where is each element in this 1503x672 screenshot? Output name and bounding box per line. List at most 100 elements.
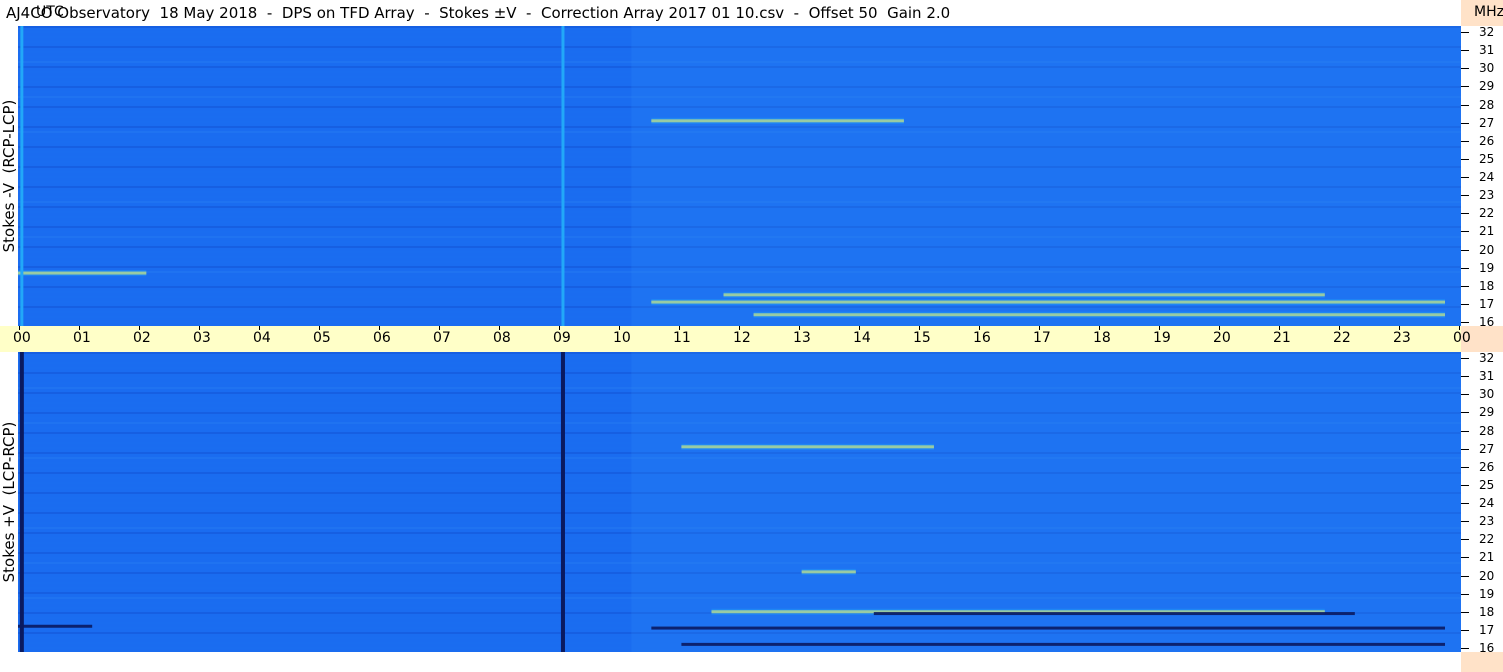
bottom-panel-ylabel: Stokes +V (LCP-RCP) <box>0 352 18 652</box>
time-tick-mark <box>1219 326 1220 330</box>
freq-tick-mark <box>1461 267 1469 269</box>
top-frequency-axis: 32 31 30 29 28 27 26 25 24 23 22 21 20 19 18 17 16 <box>1461 25 1503 329</box>
time-tick-label: 20 <box>1213 330 1231 346</box>
freq-tick-mark <box>1461 50 1469 52</box>
time-tick-label: 08 <box>493 330 511 346</box>
top-vertical-line <box>561 26 565 326</box>
freq-tick-mark <box>1461 611 1469 613</box>
bottom-frequency-axis: 32 31 30 29 28 27 26 25 24 23 22 21 20 19 18 17 16 <box>1461 351 1503 655</box>
time-tick-mark <box>1099 326 1100 330</box>
time-tick-mark <box>559 326 560 330</box>
time-tick-mark <box>979 326 980 330</box>
freq-tick-mark <box>1461 484 1469 486</box>
freq-tick-mark <box>1461 32 1469 33</box>
time-tick-mark <box>1459 326 1460 330</box>
time-tick-label: 17 <box>1033 330 1051 346</box>
time-tick-label: 03 <box>193 330 211 346</box>
freq-tick-label: 27 <box>1479 115 1495 130</box>
bottom-spectrogram <box>18 352 1461 652</box>
freq-tick-label: 18 <box>1479 604 1495 619</box>
freq-tick-label: 22 <box>1479 532 1495 547</box>
freq-tick-mark <box>1461 358 1469 359</box>
time-tick-mark <box>319 326 320 330</box>
bottom-panel-ylabel-text: Stokes +V (LCP-RCP) <box>0 421 18 583</box>
freq-tick-label: 16 <box>1479 641 1495 655</box>
freq-tick-label: 29 <box>1479 405 1495 420</box>
freq-tick-mark <box>1461 412 1469 414</box>
time-tick-label: 05 <box>313 330 331 346</box>
freq-tick-mark <box>1461 521 1469 523</box>
freq-tick-mark <box>1461 466 1469 468</box>
time-tick-label: 00 <box>13 330 31 346</box>
freq-tick-label: 23 <box>1479 514 1495 529</box>
top-bright-glow <box>753 311 1445 318</box>
freq-tick-label: 24 <box>1479 170 1495 184</box>
time-tick-mark <box>1279 326 1280 330</box>
top-vertical-line <box>20 26 24 326</box>
bottom-bright-glow <box>801 568 856 575</box>
freq-tick-label: 30 <box>1479 387 1495 402</box>
top-region <box>631 26 1461 326</box>
time-tick-mark <box>379 326 380 330</box>
time-tick-label: 15 <box>913 330 931 346</box>
freq-tick-mark <box>1461 231 1469 233</box>
freq-tick-mark <box>1461 503 1469 504</box>
bottom-vertical-line <box>19 352 24 652</box>
time-tick-label: 01 <box>73 330 91 346</box>
freq-tick-label: 29 <box>1479 79 1495 94</box>
time-axis: 00 01 02 03 04 05 06 07 08 09 10 11 12 13 14 15 16 17 18 19… <box>0 326 1471 352</box>
freq-tick-mark <box>1461 322 1469 323</box>
bottom-bright-glow <box>681 443 934 450</box>
time-tick-mark <box>79 326 80 330</box>
freq-tick-mark <box>1461 394 1469 396</box>
freq-tick-label: 20 <box>1479 242 1495 257</box>
bottom-dark-band <box>18 624 93 628</box>
time-tick-label: 23 <box>1393 330 1411 346</box>
time-tick-label: 02 <box>133 330 151 346</box>
top-bright-glow <box>18 270 147 277</box>
freq-tick-label: 17 <box>1479 296 1495 311</box>
time-tick-mark <box>799 326 800 330</box>
top-spectrogram <box>18 26 1461 326</box>
freq-tick-mark <box>1461 539 1469 541</box>
time-tick-label: 19 <box>1153 330 1171 346</box>
freq-tick-label: 26 <box>1479 133 1495 148</box>
freq-tick-label: 17 <box>1479 622 1495 637</box>
freq-tick-mark <box>1461 303 1469 305</box>
freq-tick-label: 18 <box>1479 278 1495 293</box>
freq-tick-label: 21 <box>1479 550 1495 565</box>
freq-tick-label: 32 <box>1479 25 1495 39</box>
top-bright-glow <box>651 117 904 124</box>
freq-tick-mark <box>1461 122 1469 124</box>
top-panel-ylabel: Stokes -V (RCP-LCP) <box>0 26 18 326</box>
freq-tick-mark <box>1461 629 1469 631</box>
freq-tick-mark <box>1461 557 1469 559</box>
time-tick-label: 09 <box>553 330 571 346</box>
freq-tick-mark <box>1461 177 1469 178</box>
bottom-dark-band <box>681 642 1445 646</box>
freq-tick-mark <box>1461 285 1469 287</box>
top-bright-glow <box>723 291 1325 298</box>
freq-tick-label: 32 <box>1479 351 1495 365</box>
top-bright-glow <box>651 299 1445 306</box>
time-tick-mark <box>859 326 860 330</box>
page-title: AJ4CO Observatory 18 May 2018 - DPS on T… <box>6 4 951 22</box>
bottom-vertical-line <box>560 352 565 652</box>
time-tick-label: 04 <box>253 330 271 346</box>
time-tick-mark <box>679 326 680 330</box>
freq-tick-label: 25 <box>1479 477 1495 492</box>
freq-tick-mark <box>1461 575 1469 577</box>
time-tick-mark <box>1399 326 1400 330</box>
time-tick-mark <box>439 326 440 330</box>
freq-tick-label: 19 <box>1479 260 1495 275</box>
bottom-spectrogram-svg <box>18 352 1461 652</box>
bottom-region <box>631 352 1461 652</box>
freq-tick-label: 22 <box>1479 206 1495 221</box>
time-tick-label: 11 <box>673 330 691 346</box>
time-tick-label: 07 <box>433 330 451 346</box>
time-tick-label: 22 <box>1333 330 1351 346</box>
freq-tick-mark <box>1461 213 1469 215</box>
freq-tick-label: 28 <box>1479 97 1495 112</box>
freq-tick-mark <box>1461 648 1469 649</box>
freq-tick-mark <box>1461 68 1469 70</box>
